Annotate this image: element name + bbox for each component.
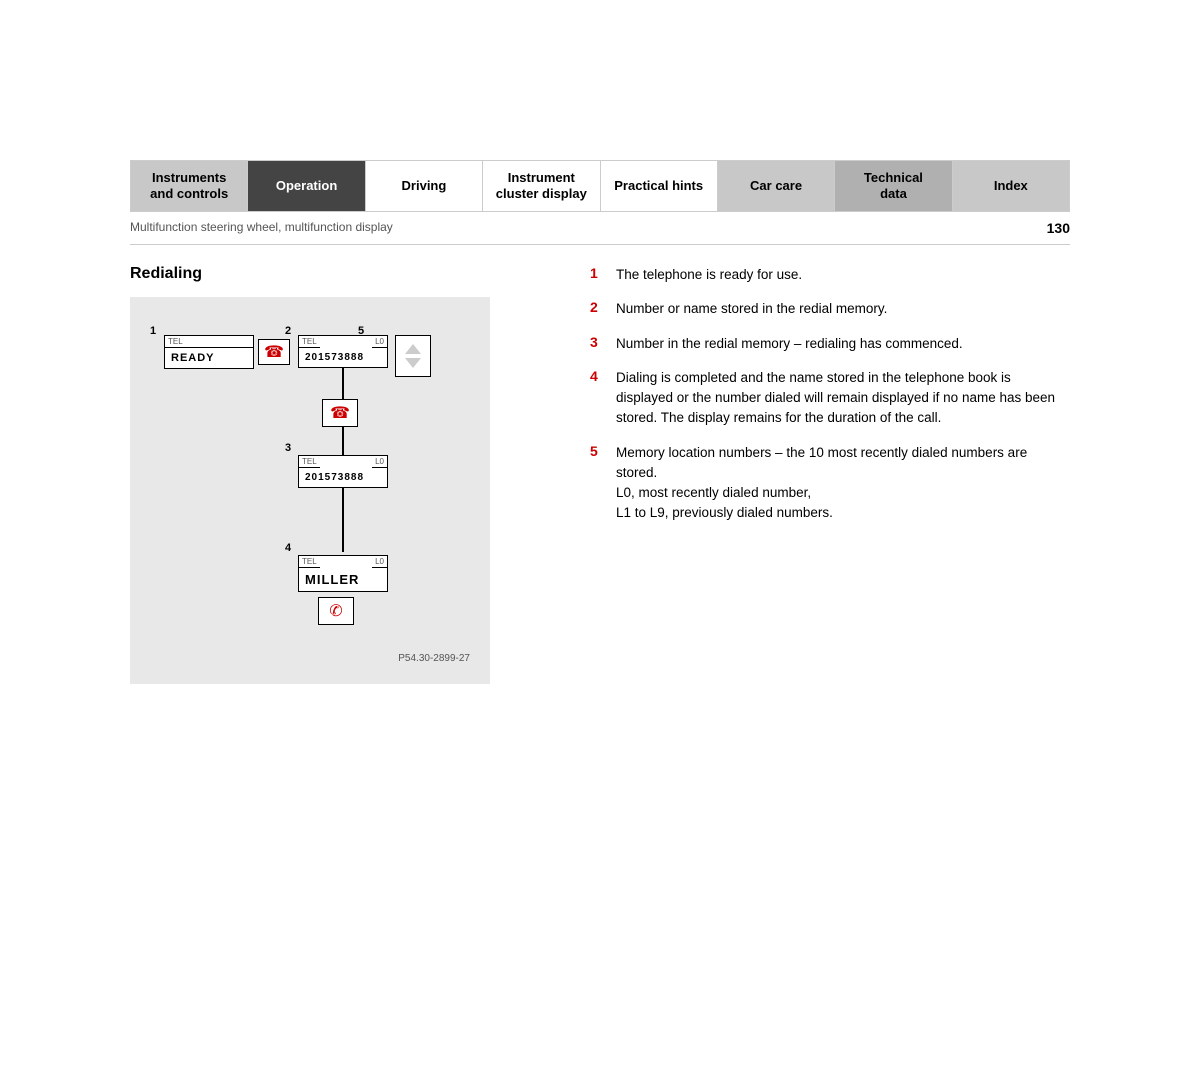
nav-item-practical-hints[interactable]: Practical hints <box>601 161 718 211</box>
page-header: Multifunction steering wheel, multifunct… <box>130 212 1070 245</box>
item-number: 3 <box>590 334 606 350</box>
section-title: Redialing <box>130 265 550 283</box>
phone-end-symbol: ✆ <box>329 601 342 621</box>
item-text: Memory location numbers – the 10 most re… <box>616 443 1070 524</box>
phone-icon-1: ☎ <box>258 339 290 365</box>
page-number: 130 <box>1047 220 1070 236</box>
list-item: 4 Dialing is completed and the name store… <box>590 368 1070 429</box>
diagram-inner: 1 2 3 4 5 TEL READY ☎ <box>150 317 470 647</box>
nav-bar: Instruments and controls Operation Drivi… <box>130 160 1070 212</box>
nav-item-car-care[interactable]: Car care <box>718 161 835 211</box>
list-item: 5 Memory location numbers – the 10 most r… <box>590 443 1070 524</box>
item-number: 2 <box>590 299 606 315</box>
item-number: 4 <box>590 368 606 384</box>
label-1: 1 <box>150 325 156 337</box>
label-3: 3 <box>285 442 291 454</box>
content-area: Redialing 1 2 3 4 5 TEL READY <box>130 245 1070 704</box>
item-number: 1 <box>590 265 606 281</box>
item-text: The telephone is ready for use. <box>616 265 802 285</box>
item-text: Number in the redial memory – redialing … <box>616 334 963 354</box>
right-panel: 1 The telephone is ready for use. 2 Number … <box>550 265 1070 684</box>
phone-icon-2: ☎ <box>322 399 358 427</box>
nav-item-technical-data[interactable]: Technical data <box>835 161 952 211</box>
arrow-up-icon <box>405 344 421 354</box>
left-panel: Redialing 1 2 3 4 5 TEL READY <box>130 265 550 684</box>
arrow-box-1 <box>395 335 431 377</box>
nav-item-instrument-cluster[interactable]: Instrument cluster display <box>483 161 600 211</box>
phone-symbol-1: ☎ <box>264 342 284 362</box>
box-ready: TEL READY <box>164 335 254 369</box>
diagram-caption: P54.30-2899-27 <box>150 653 470 664</box>
list-item: 2 Number or name stored in the redial mem… <box>590 299 1070 319</box>
nav-item-instruments[interactable]: Instruments and controls <box>131 161 248 211</box>
label-4: 4 <box>285 542 291 554</box>
nav-item-driving[interactable]: Driving <box>366 161 483 211</box>
breadcrumb: Multifunction steering wheel, multifunct… <box>130 220 393 236</box>
phone-end-icon: ✆ <box>318 597 354 625</box>
list-item: 3 Number in the redial memory – redialing… <box>590 334 1070 354</box>
label-2: 2 <box>285 325 291 337</box>
item-list: 1 The telephone is ready for use. 2 Number … <box>590 265 1070 524</box>
phone-symbol-2: ☎ <box>330 403 350 423</box>
box-miller: TEL L0 MILLER <box>298 555 388 592</box>
list-item: 1 The telephone is ready for use. <box>590 265 1070 285</box>
box-number-2: TEL L0 201573888 <box>298 455 388 488</box>
nav-item-index[interactable]: Index <box>953 161 1069 211</box>
arrow-down-icon <box>405 358 421 368</box>
item-text: Number or name stored in the redial memo… <box>616 299 887 319</box>
item-number: 5 <box>590 443 606 459</box>
diagram-box: 1 2 3 4 5 TEL READY ☎ <box>130 297 490 684</box>
box-number-1: TEL L0 201573888 <box>298 335 388 368</box>
connector-v-2 <box>342 487 344 552</box>
nav-item-operation[interactable]: Operation <box>248 161 365 211</box>
item-text: Dialing is completed and the name stored… <box>616 368 1070 429</box>
